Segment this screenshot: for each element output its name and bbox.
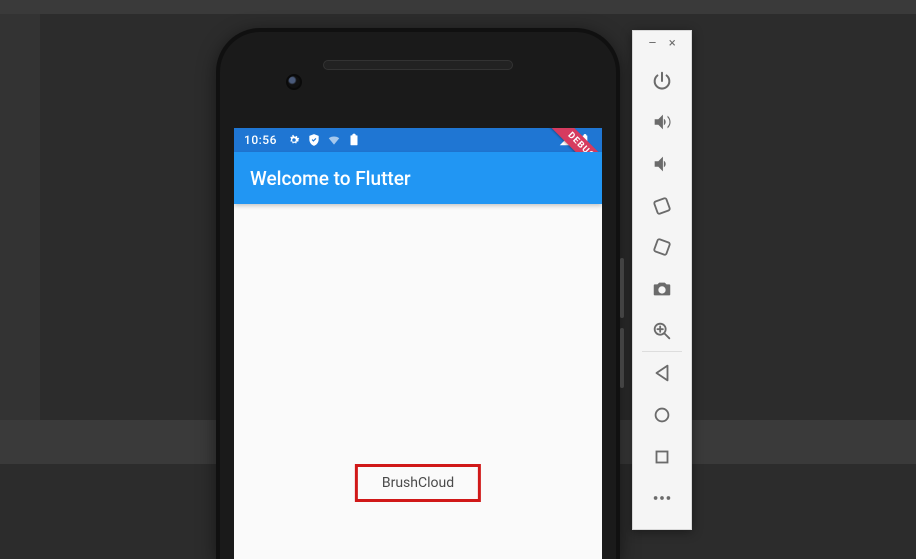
zoom-in-icon[interactable] <box>642 311 682 351</box>
phone-screen: 10:56 DEBUG Welcome to Flutter BrushClou… <box>234 128 602 559</box>
status-time: 10:56 <box>244 133 277 147</box>
close-button[interactable]: × <box>669 37 676 50</box>
app-bar-title: Welcome to Flutter <box>250 167 411 190</box>
home-icon[interactable] <box>642 395 682 435</box>
volume-up-icon[interactable] <box>642 103 682 143</box>
phone-front-camera <box>286 74 302 90</box>
body-text-highlight: BrushCloud <box>355 464 481 502</box>
emulator-window-controls: – × <box>648 37 675 50</box>
editor-left-gutter <box>0 14 40 420</box>
wifi-icon <box>327 133 341 147</box>
rotate-left-icon[interactable] <box>642 186 682 226</box>
shield-icon <box>307 133 321 147</box>
toolbar-separator <box>642 351 682 352</box>
emulator-toolbar: – × <box>632 30 692 530</box>
overview-icon[interactable] <box>642 437 682 477</box>
back-icon[interactable] <box>642 353 682 393</box>
body-text: BrushCloud <box>382 475 454 491</box>
power-icon[interactable] <box>642 61 682 101</box>
camera-icon[interactable] <box>642 269 682 309</box>
rotate-right-icon[interactable] <box>642 228 682 268</box>
flutter-app-bar: Welcome to Flutter <box>234 152 602 204</box>
flutter-scaffold-body: BrushCloud <box>234 204 602 559</box>
more-icon[interactable] <box>642 478 682 518</box>
editor-top-band <box>0 0 916 14</box>
volume-down-icon[interactable] <box>642 144 682 184</box>
clipboard-icon <box>347 133 361 147</box>
android-status-bar: 10:56 <box>234 128 602 152</box>
status-left-icons <box>287 133 361 147</box>
minimize-button[interactable]: – <box>648 37 657 50</box>
phone-side-button <box>620 258 624 318</box>
gear-icon <box>287 133 301 147</box>
phone-side-button <box>620 328 624 388</box>
emulator-device-frame: 10:56 DEBUG Welcome to Flutter BrushClou… <box>216 28 620 559</box>
phone-earpiece <box>323 60 513 70</box>
